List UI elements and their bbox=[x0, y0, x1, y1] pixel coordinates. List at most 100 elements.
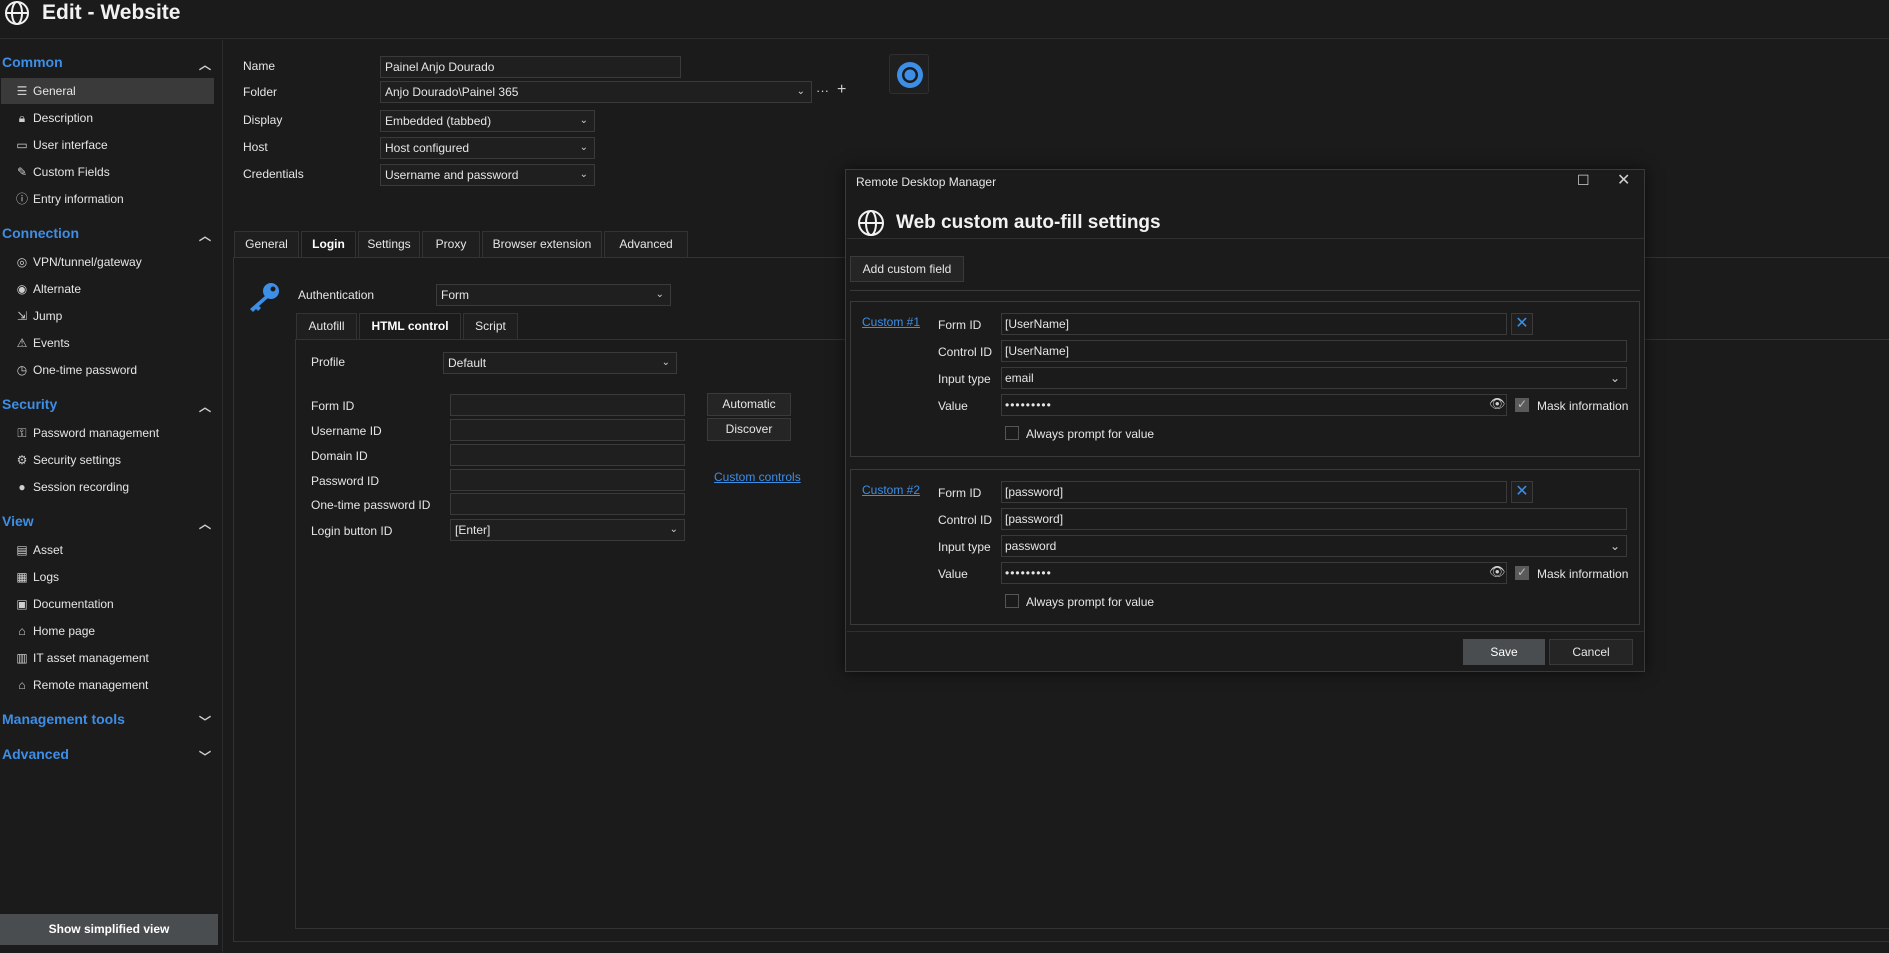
add-custom-field-button[interactable]: Add custom field bbox=[850, 256, 964, 282]
section-management-tools[interactable]: Management tools ﹀ bbox=[2, 711, 212, 731]
always-prompt-checkbox[interactable] bbox=[1005, 426, 1019, 440]
profile-select[interactable]: Default ⌄ bbox=[443, 352, 677, 374]
sidebar-item-password-management[interactable]: ⚿ Password management bbox=[1, 420, 214, 446]
form-id-input[interactable]: [password] bbox=[1001, 481, 1507, 503]
mask-information-label: Mask information bbox=[1537, 567, 1629, 581]
section-common[interactable]: Common ︿ bbox=[2, 54, 212, 74]
display-select[interactable]: Embedded (tabbed) ⌄ bbox=[380, 110, 595, 132]
subtab-html-control[interactable]: HTML control bbox=[359, 313, 461, 340]
otp-id-input[interactable] bbox=[450, 493, 685, 515]
always-prompt-checkbox[interactable] bbox=[1005, 594, 1019, 608]
form-id-input[interactable]: [UserName] bbox=[1001, 313, 1507, 335]
mask-information-checkbox[interactable] bbox=[1515, 565, 1529, 580]
sidebar-item-remote-management[interactable]: ⌂ Remote management bbox=[1, 672, 214, 698]
chevron-up-icon[interactable]: ︿ bbox=[198, 227, 212, 243]
clear-icon[interactable]: ✕ bbox=[1511, 313, 1533, 335]
sidebar-item-asset[interactable]: ▤ Asset bbox=[1, 537, 214, 563]
password-id-input[interactable] bbox=[450, 469, 685, 491]
custom-field-link[interactable]: Custom #1 bbox=[862, 315, 920, 329]
chevron-up-icon[interactable]: ︿ bbox=[198, 398, 212, 414]
input-type-select[interactable]: password ⌄ bbox=[1001, 535, 1627, 557]
section-connection[interactable]: Connection ︿ bbox=[2, 225, 212, 245]
clear-icon[interactable]: ✕ bbox=[1511, 481, 1533, 503]
sidebar-item-it-asset-management[interactable]: ▥ IT asset management bbox=[1, 645, 214, 671]
chevron-up-icon[interactable]: ︿ bbox=[198, 56, 212, 72]
display-value: Embedded (tabbed) bbox=[385, 114, 492, 128]
chevron-down-icon[interactable]: ﹀ bbox=[198, 713, 212, 729]
chevron-down-icon[interactable]: ﹀ bbox=[198, 748, 212, 764]
sidebar-item-events[interactable]: ⚠ Events bbox=[1, 330, 214, 356]
section-advanced[interactable]: Advanced ﹀ bbox=[2, 746, 212, 766]
save-button[interactable]: Save bbox=[1463, 639, 1545, 665]
more-icon[interactable]: ··· bbox=[816, 83, 829, 98]
documentation-icon: ▣ bbox=[16, 597, 28, 611]
login-button-id-select[interactable]: [Enter] ⌄ bbox=[450, 519, 685, 541]
tab-proxy[interactable]: Proxy bbox=[422, 231, 480, 258]
custom-field-card: Custom #1 Form ID [UserName] ✕ Control I… bbox=[850, 301, 1640, 457]
eye-icon[interactable]: 👁︎ bbox=[1489, 396, 1506, 412]
sidebar-item-documentation[interactable]: ▣ Documentation bbox=[1, 591, 214, 617]
globe-icon bbox=[5, 1, 29, 25]
section-view[interactable]: View ︿ bbox=[2, 513, 212, 533]
clock-icon: ◷ bbox=[16, 363, 28, 377]
add-icon[interactable]: + bbox=[837, 81, 846, 99]
home-icon: ⌂ bbox=[18, 624, 26, 638]
username-id-input[interactable] bbox=[450, 419, 685, 441]
show-simplified-view-button[interactable]: Show simplified view bbox=[0, 914, 218, 945]
section-security[interactable]: Security ︿ bbox=[2, 396, 212, 416]
sidebar-item-entry-information[interactable]: ⓘ Entry information bbox=[1, 186, 214, 212]
maximize-icon[interactable]: ☐ bbox=[1577, 172, 1590, 189]
custom-field-link[interactable]: Custom #2 bbox=[862, 483, 920, 497]
subtab-autofill[interactable]: Autofill bbox=[296, 313, 357, 340]
chevron-down-icon: ⌄ bbox=[661, 357, 670, 368]
automatic-button[interactable]: Automatic bbox=[707, 393, 791, 416]
credentials-select[interactable]: Username and password ⌄ bbox=[380, 164, 595, 186]
control-id-input[interactable]: [UserName] bbox=[1001, 340, 1627, 362]
sidebar-item-user-interface[interactable]: ▭ User interface bbox=[1, 132, 214, 158]
sidebar-item-vpn[interactable]: ◎ VPN/tunnel/gateway bbox=[1, 249, 214, 275]
control-id-label: Control ID bbox=[938, 345, 993, 359]
subtab-script[interactable]: Script bbox=[463, 313, 518, 340]
name-input[interactable]: Painel Anjo Dourado bbox=[380, 56, 681, 78]
form-id-label: Form ID bbox=[938, 318, 982, 332]
sidebar-item-logs[interactable]: ▦ Logs bbox=[1, 564, 214, 590]
close-icon[interactable]: ✕ bbox=[1617, 170, 1630, 190]
sidebar-item-general[interactable]: ☰ General bbox=[1, 78, 214, 104]
discover-button[interactable]: Discover bbox=[707, 418, 791, 441]
form-id-input[interactable] bbox=[450, 394, 685, 416]
sidebar-item-session-recording[interactable]: ● Session recording bbox=[1, 474, 214, 500]
custom-controls-link[interactable]: Custom controls bbox=[714, 470, 801, 484]
tab-login[interactable]: Login bbox=[301, 231, 356, 258]
sidebar-item-description[interactable]: 🔒︎ Description bbox=[1, 105, 214, 131]
lock-icon: 🔒︎ bbox=[18, 111, 26, 125]
sidebar-item-custom-fields[interactable]: ✎ Custom Fields bbox=[1, 159, 214, 185]
control-id-label: Control ID bbox=[938, 513, 993, 527]
value-input[interactable]: ••••••••• bbox=[1001, 394, 1507, 416]
mask-information-checkbox[interactable] bbox=[1515, 397, 1529, 412]
tab-settings[interactable]: Settings bbox=[358, 231, 420, 258]
authentication-select[interactable]: Form ⌄ bbox=[436, 284, 671, 306]
it-asset-icon: ▥ bbox=[16, 651, 28, 665]
username-id-label: Username ID bbox=[311, 424, 382, 438]
chevron-down-icon: ⌄ bbox=[1609, 371, 1620, 385]
domain-id-input[interactable] bbox=[450, 444, 685, 466]
window-title: Edit - Website bbox=[42, 1, 181, 24]
folder-select[interactable]: Anjo Dourado\Painel 365 ⌄ bbox=[380, 81, 812, 103]
input-type-select[interactable]: email ⌄ bbox=[1001, 367, 1627, 389]
eye-icon[interactable]: 👁︎ bbox=[1489, 564, 1506, 580]
sidebar-item-one-time-password[interactable]: ◷ One-time password bbox=[1, 357, 214, 383]
sidebar-item-home-page[interactable]: ⌂ Home page bbox=[1, 618, 214, 644]
browser-icon-button[interactable] bbox=[889, 54, 929, 94]
tab-general[interactable]: General bbox=[234, 231, 299, 258]
mask-information-label: Mask information bbox=[1537, 399, 1629, 413]
sidebar-item-alternate[interactable]: ◉ Alternate bbox=[1, 276, 214, 302]
sidebar-item-jump[interactable]: ⇲ Jump bbox=[1, 303, 214, 329]
chevron-up-icon[interactable]: ︿ bbox=[198, 515, 212, 531]
value-input[interactable]: ••••••••• bbox=[1001, 562, 1507, 584]
tab-advanced[interactable]: Advanced bbox=[604, 231, 688, 258]
control-id-input[interactable]: [password] bbox=[1001, 508, 1627, 530]
tab-browser-extension[interactable]: Browser extension bbox=[482, 231, 602, 258]
cancel-button[interactable]: Cancel bbox=[1549, 639, 1633, 665]
host-select[interactable]: Host configured ⌄ bbox=[380, 137, 595, 159]
sidebar-item-security-settings[interactable]: ⚙ Security settings bbox=[1, 447, 214, 473]
